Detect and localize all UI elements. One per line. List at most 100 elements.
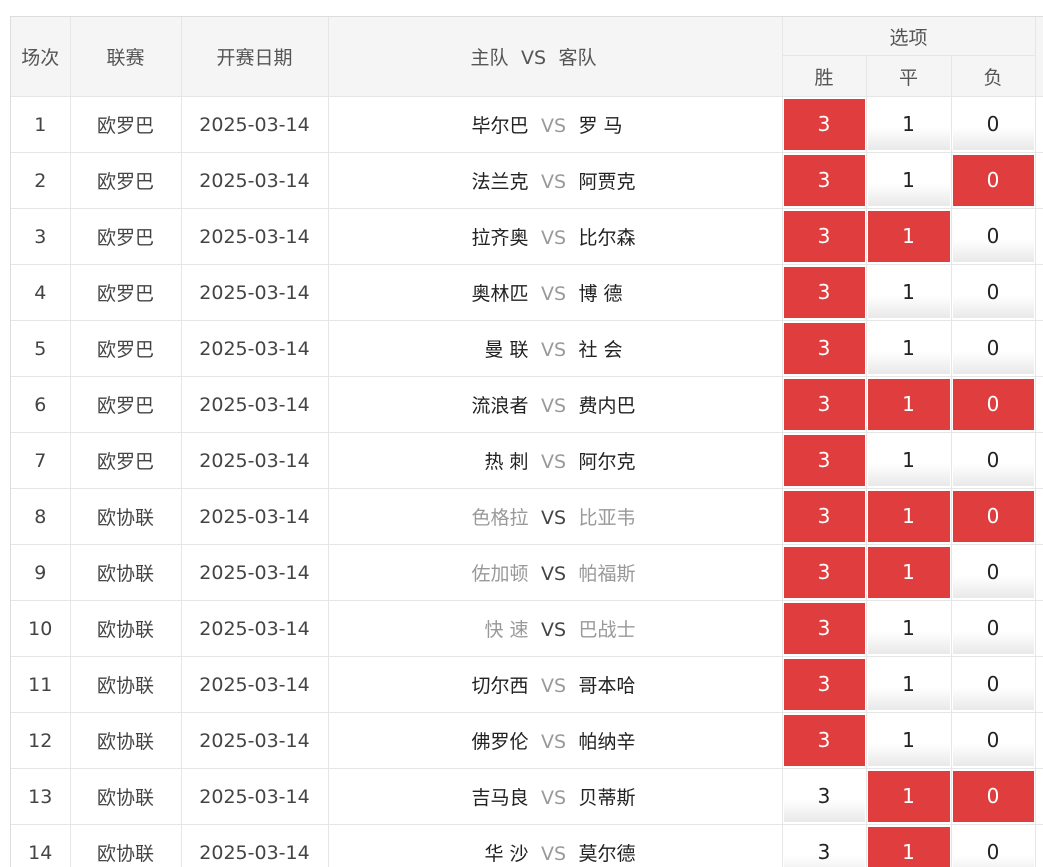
match-teams: 热 刺 VS 阿尔克 xyxy=(328,432,783,489)
win-cell: 3 xyxy=(782,712,867,769)
match-row: 5 欧罗巴 2025-03-14 曼 联 VS 社 会 310 xyxy=(11,320,1043,377)
league-name: 欧罗巴 xyxy=(70,152,182,209)
option-loss-button[interactable]: 0 xyxy=(952,379,1034,430)
home-team: 吉马良 xyxy=(471,787,529,809)
option-loss-button[interactable]: 0 xyxy=(952,435,1034,486)
option-draw-button[interactable]: 1 xyxy=(867,715,950,766)
option-win-button[interactable]: 3 xyxy=(783,323,865,374)
extra-cell xyxy=(1035,600,1043,657)
round-number: 6 xyxy=(11,376,71,433)
option-draw-button[interactable]: 1 xyxy=(867,659,950,710)
win-cell: 3 xyxy=(782,824,867,867)
header-draw: 平 xyxy=(866,55,952,97)
option-draw-button[interactable]: 1 xyxy=(867,267,950,318)
option-draw-button[interactable]: 1 xyxy=(867,323,950,374)
option-loss-button[interactable]: 0 xyxy=(952,771,1034,822)
vs-label: VS xyxy=(540,563,567,585)
draw-cell: 1 xyxy=(866,96,952,153)
extra-cell xyxy=(1035,152,1043,209)
option-win-button[interactable]: 3 xyxy=(783,491,865,542)
option-win-button[interactable]: 3 xyxy=(783,547,865,598)
option-loss-button[interactable]: 0 xyxy=(952,547,1034,598)
header-date: 开赛日期 xyxy=(181,17,329,97)
league-name: 欧协联 xyxy=(70,488,182,545)
away-team: 莫尔德 xyxy=(578,843,636,865)
loss-cell: 0 xyxy=(951,432,1036,489)
option-win-button[interactable]: 3 xyxy=(783,155,865,206)
match-teams: 流浪者 VS 费内巴 xyxy=(328,376,783,433)
away-team: 阿贾克 xyxy=(578,171,636,193)
match-teams: 毕尔巴 VS 罗 马 xyxy=(328,96,783,153)
draw-cell: 1 xyxy=(866,656,952,713)
win-cell: 3 xyxy=(782,152,867,209)
option-win-button[interactable]: 3 xyxy=(783,827,865,867)
loss-cell: 0 xyxy=(951,656,1036,713)
header-home: 主队 xyxy=(470,47,509,69)
extra-cell xyxy=(1035,320,1043,377)
draw-cell: 1 xyxy=(866,320,952,377)
round-number: 13 xyxy=(11,768,71,825)
option-win-button[interactable]: 3 xyxy=(783,267,865,318)
round-number: 2 xyxy=(11,152,71,209)
match-row: 2 欧罗巴 2025-03-14 法兰克 VS 阿贾克 3 1 0 xyxy=(11,152,1043,209)
option-win-button[interactable]: 3 xyxy=(783,659,865,710)
match-date: 2025-03-14 xyxy=(181,96,329,153)
option-win-button[interactable]: 3 xyxy=(783,379,865,430)
win-cell: 3 xyxy=(782,376,867,433)
option-loss-button[interactable]: 0 xyxy=(952,491,1034,542)
option-draw-button[interactable]: 1 xyxy=(867,99,950,150)
match-date: 2025-03-14 xyxy=(181,320,329,377)
option-win-button[interactable]: 3 xyxy=(783,211,865,262)
match-teams: 曼 联 VS 社 会 xyxy=(328,320,783,377)
option-win-button[interactable]: 3 xyxy=(783,99,865,150)
match-row: 12 欧协联 2025-03-14 佛罗伦 VS 帕纳辛 3 1 0 xyxy=(11,712,1043,769)
home-team: 佐加顿 xyxy=(471,563,529,585)
home-team: 曼 联 xyxy=(484,339,529,361)
option-loss-button[interactable]: 0 xyxy=(952,715,1034,766)
option-loss-button[interactable]: 0 xyxy=(952,155,1034,206)
option-loss-button[interactable]: 0 xyxy=(952,659,1034,710)
home-team: 切尔西 xyxy=(471,675,529,697)
draw-cell: 1 xyxy=(866,432,952,489)
vs-label: VS xyxy=(540,787,567,809)
option-draw-button[interactable]: 1 xyxy=(867,827,950,867)
option-win-button[interactable]: 3 xyxy=(783,715,865,766)
loss-cell: 0 xyxy=(951,264,1036,321)
match-teams: 色格拉 VS 比亚韦 xyxy=(328,488,783,545)
match-date: 2025-03-14 xyxy=(181,208,329,265)
option-loss-button[interactable]: 0 xyxy=(952,323,1034,374)
option-win-button[interactable]: 3 xyxy=(783,603,865,654)
away-team: 博 德 xyxy=(578,283,623,305)
match-teams: 吉马良 VS 贝蒂斯 xyxy=(328,768,783,825)
vs-label: VS xyxy=(540,115,567,137)
option-draw-button[interactable]: 1 xyxy=(867,491,950,542)
loss-cell: 0 xyxy=(951,208,1036,265)
league-name: 欧协联 xyxy=(70,824,182,867)
option-loss-button[interactable]: 0 xyxy=(952,211,1034,262)
option-draw-button[interactable]: 1 xyxy=(867,379,950,430)
home-team: 法兰克 xyxy=(471,171,529,193)
match-teams: 拉齐奥 VS 比尔森 xyxy=(328,208,783,265)
option-draw-button[interactable]: 1 xyxy=(867,547,950,598)
match-teams: 佐加顿 VS 帕福斯 xyxy=(328,544,783,601)
draw-cell: 1 xyxy=(866,600,952,657)
round-number: 5 xyxy=(11,320,71,377)
option-loss-button[interactable]: 0 xyxy=(952,267,1034,318)
option-draw-button[interactable]: 1 xyxy=(867,771,950,822)
option-loss-button[interactable]: 0 xyxy=(952,603,1034,654)
option-draw-button[interactable]: 1 xyxy=(867,155,950,206)
option-draw-button[interactable]: 1 xyxy=(867,603,950,654)
option-win-button[interactable]: 3 xyxy=(783,435,865,486)
option-loss-button[interactable]: 0 xyxy=(952,99,1034,150)
option-draw-button[interactable]: 1 xyxy=(867,435,950,486)
vs-label: VS xyxy=(540,675,567,697)
header-round: 场次 xyxy=(11,17,71,97)
option-loss-button[interactable]: 0 xyxy=(952,827,1034,867)
extra-cell xyxy=(1035,712,1043,769)
option-draw-button[interactable]: 1 xyxy=(867,211,950,262)
win-cell: 3 xyxy=(782,600,867,657)
option-win-button[interactable]: 3 xyxy=(783,771,865,822)
league-name: 欧罗巴 xyxy=(70,264,182,321)
match-row: 10 欧协联 2025-03-14 快 速 VS 巴战士 3 1 0 xyxy=(11,600,1043,657)
league-name: 欧罗巴 xyxy=(70,376,182,433)
